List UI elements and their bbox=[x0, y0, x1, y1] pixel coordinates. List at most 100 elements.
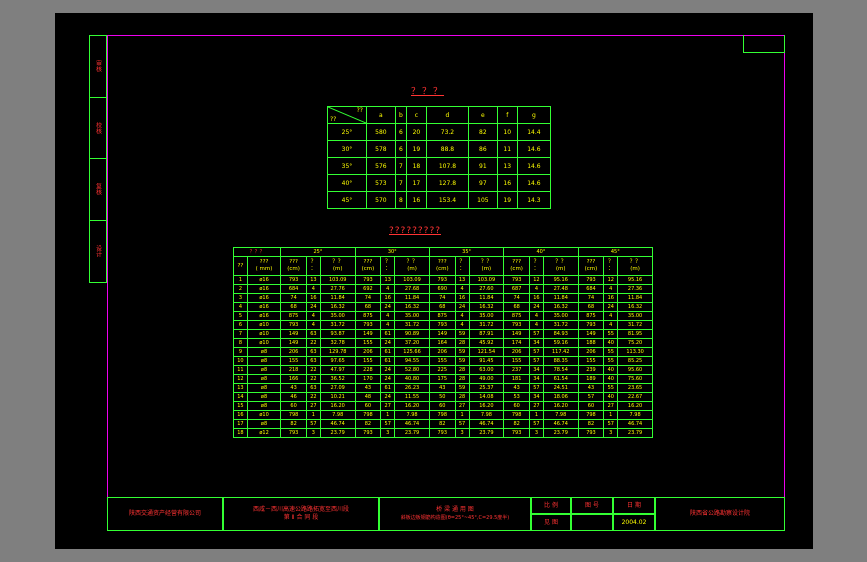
strip-label-3: 复核 bbox=[94, 183, 102, 196]
table2-row: 11 ø8 218 22 47.97 228 24 52.80 225 28 63.00 237 34 7… bbox=[233, 365, 653, 375]
table-cell: 40 bbox=[603, 374, 619, 384]
table2-row: 9 ø8 206 63 129.78 206 61 125.66 206 59 121.54 206 5… bbox=[233, 347, 653, 357]
sub-header-no: ?? bbox=[233, 256, 248, 276]
table-cell: 27.36 bbox=[617, 284, 653, 294]
table-cell: 82 bbox=[354, 419, 382, 429]
table-cell: 793 bbox=[428, 428, 456, 438]
table-cell: 85.25 bbox=[617, 356, 653, 366]
row-number: 17 bbox=[233, 419, 248, 429]
table-cell: 107.8 bbox=[425, 157, 469, 175]
table-cell: 7 bbox=[394, 157, 407, 175]
table-cell: 24 bbox=[528, 302, 544, 312]
table-cell: 27 bbox=[380, 401, 396, 411]
table-cell: 11.55 bbox=[394, 392, 430, 402]
table-cell: 31.72 bbox=[617, 320, 653, 330]
table2-title: ????????? bbox=[389, 226, 441, 236]
table-cell: 59 bbox=[454, 356, 470, 366]
table-cell: 23.79 bbox=[542, 428, 579, 438]
rebar-diameter: ø8 bbox=[246, 383, 282, 393]
table-cell: 27.09 bbox=[319, 383, 356, 393]
table-cell: 57 bbox=[528, 329, 544, 339]
table-cell: 24 bbox=[380, 338, 396, 348]
table-cell: 23.65 bbox=[617, 383, 653, 393]
table-cell: 153.4 bbox=[425, 191, 469, 209]
table-cell: 7.98 bbox=[617, 410, 653, 420]
table-cell: 16.20 bbox=[468, 401, 505, 411]
row-number: 5 bbox=[233, 311, 248, 321]
table-cell: 50 bbox=[428, 392, 456, 402]
sub-header-dia: ??? ( mm) bbox=[246, 256, 282, 276]
table-cell: 74 bbox=[577, 293, 605, 303]
table-cell: 13 bbox=[496, 157, 518, 175]
table-cell: 27 bbox=[528, 401, 544, 411]
table2-corner: ？？？ bbox=[232, 247, 282, 257]
row-number: 6 bbox=[233, 320, 248, 330]
table-cell: 164 bbox=[428, 338, 456, 348]
table-cell: 578 bbox=[366, 140, 396, 158]
table-cell: 22 bbox=[305, 374, 321, 384]
table-cell: 63 bbox=[305, 383, 321, 393]
table-cell: 16.32 bbox=[394, 302, 430, 312]
table-cell: 43 bbox=[280, 383, 307, 393]
table-cell: 117.42 bbox=[542, 347, 579, 357]
angle-header: 30° bbox=[354, 247, 430, 257]
table-cell: 793 bbox=[577, 275, 605, 285]
table-cell: 57 bbox=[454, 419, 470, 429]
table-cell: 793 bbox=[354, 320, 382, 330]
table-cell: 103.09 bbox=[319, 275, 356, 285]
table-cell: 798 bbox=[280, 410, 307, 420]
table2-row: 18 ø12 793 3 23.79 793 3 23.79 793 3 23.79 793 3 23.7… bbox=[233, 428, 653, 438]
table-cell: 570 bbox=[366, 191, 396, 209]
table2-row: 8 ø10 149 22 32.78 155 24 37.20 164 28 45.92 174 34 5… bbox=[233, 338, 653, 348]
table2-sub-header: ????? ( mm)??? (cm)？ ：？？ (m)??? (cm)？ ：？… bbox=[233, 256, 653, 276]
table-cell: 97.65 bbox=[319, 356, 356, 366]
table1-row: 35° 576 7 18 107.8 91 13 14.6 bbox=[327, 157, 552, 175]
table-cell: 125.66 bbox=[394, 347, 430, 357]
rebar-diameter: ø8 bbox=[246, 356, 282, 366]
table-cell: 60 bbox=[354, 401, 382, 411]
table-cell: 73.2 bbox=[425, 123, 469, 141]
table-cell: 206 bbox=[280, 347, 307, 357]
table-cell: 90.89 bbox=[394, 329, 430, 339]
sub-header-len: ??? (cm) bbox=[428, 256, 456, 276]
table-cell: 95.16 bbox=[617, 275, 653, 285]
table-cell: 793 bbox=[354, 428, 382, 438]
table-cell: 4 bbox=[528, 320, 544, 330]
table-cell: 11 bbox=[496, 140, 518, 158]
scale-value: 见 图 bbox=[531, 514, 571, 531]
table-cell: 68 bbox=[354, 302, 382, 312]
table-cell: 95.16 bbox=[542, 275, 579, 285]
table-cell: 793 bbox=[503, 275, 530, 285]
sub-header-len: ??? (cm) bbox=[503, 256, 530, 276]
table-cell: 22 bbox=[305, 392, 321, 402]
table-cell: 20 bbox=[405, 123, 427, 141]
sub-header-cnt: ？ ： bbox=[603, 256, 619, 276]
table2-row: 17 ø8 82 57 46.74 82 57 46.74 82 57 46.74 82 57 46.74… bbox=[233, 419, 653, 429]
rebar-diameter: ø8 bbox=[246, 392, 282, 402]
table-cell: 6 bbox=[394, 140, 407, 158]
rebar-table: ？？？ 25° 30° 35° 40° 45° ????? ( mm) ??? (… bbox=[232, 247, 654, 438]
corner-top-label: ?? bbox=[356, 107, 363, 114]
table-cell: 87.91 bbox=[468, 329, 505, 339]
table-cell: 57 bbox=[577, 392, 605, 402]
table-cell: 63 bbox=[305, 329, 321, 339]
table-cell: 12 bbox=[528, 275, 544, 285]
table-cell: 155 bbox=[354, 338, 382, 348]
table-cell: 10 bbox=[496, 123, 518, 141]
table-cell: 206 bbox=[503, 347, 530, 357]
table-cell: 225 bbox=[428, 365, 456, 375]
table-cell: 690 bbox=[428, 284, 456, 294]
drawing-name: 桥 梁 通 用 图 斜板边板钢筋构造图(θ=25°~45°,C=29.5度半) bbox=[379, 497, 531, 531]
table-cell: 16.32 bbox=[468, 302, 505, 312]
table-cell: 8 bbox=[394, 191, 407, 209]
table-cell: 28 bbox=[454, 392, 470, 402]
table-cell: 52.80 bbox=[394, 365, 430, 375]
table2-angle-header: ？？？ 25° 30° 35° 40° 45° bbox=[232, 247, 654, 257]
table-cell: 149 bbox=[354, 329, 382, 339]
rebar-diameter: ø10 bbox=[246, 329, 282, 339]
col-header: g bbox=[516, 106, 552, 124]
table-cell: 57 bbox=[603, 419, 619, 429]
row-label: 45° bbox=[327, 191, 367, 209]
drawing-canvas: 审核 校核 复核 设计 ？？？ ?? ?? a b c d e f g 25° 5… bbox=[55, 13, 813, 549]
table-cell: 61 bbox=[380, 383, 396, 393]
